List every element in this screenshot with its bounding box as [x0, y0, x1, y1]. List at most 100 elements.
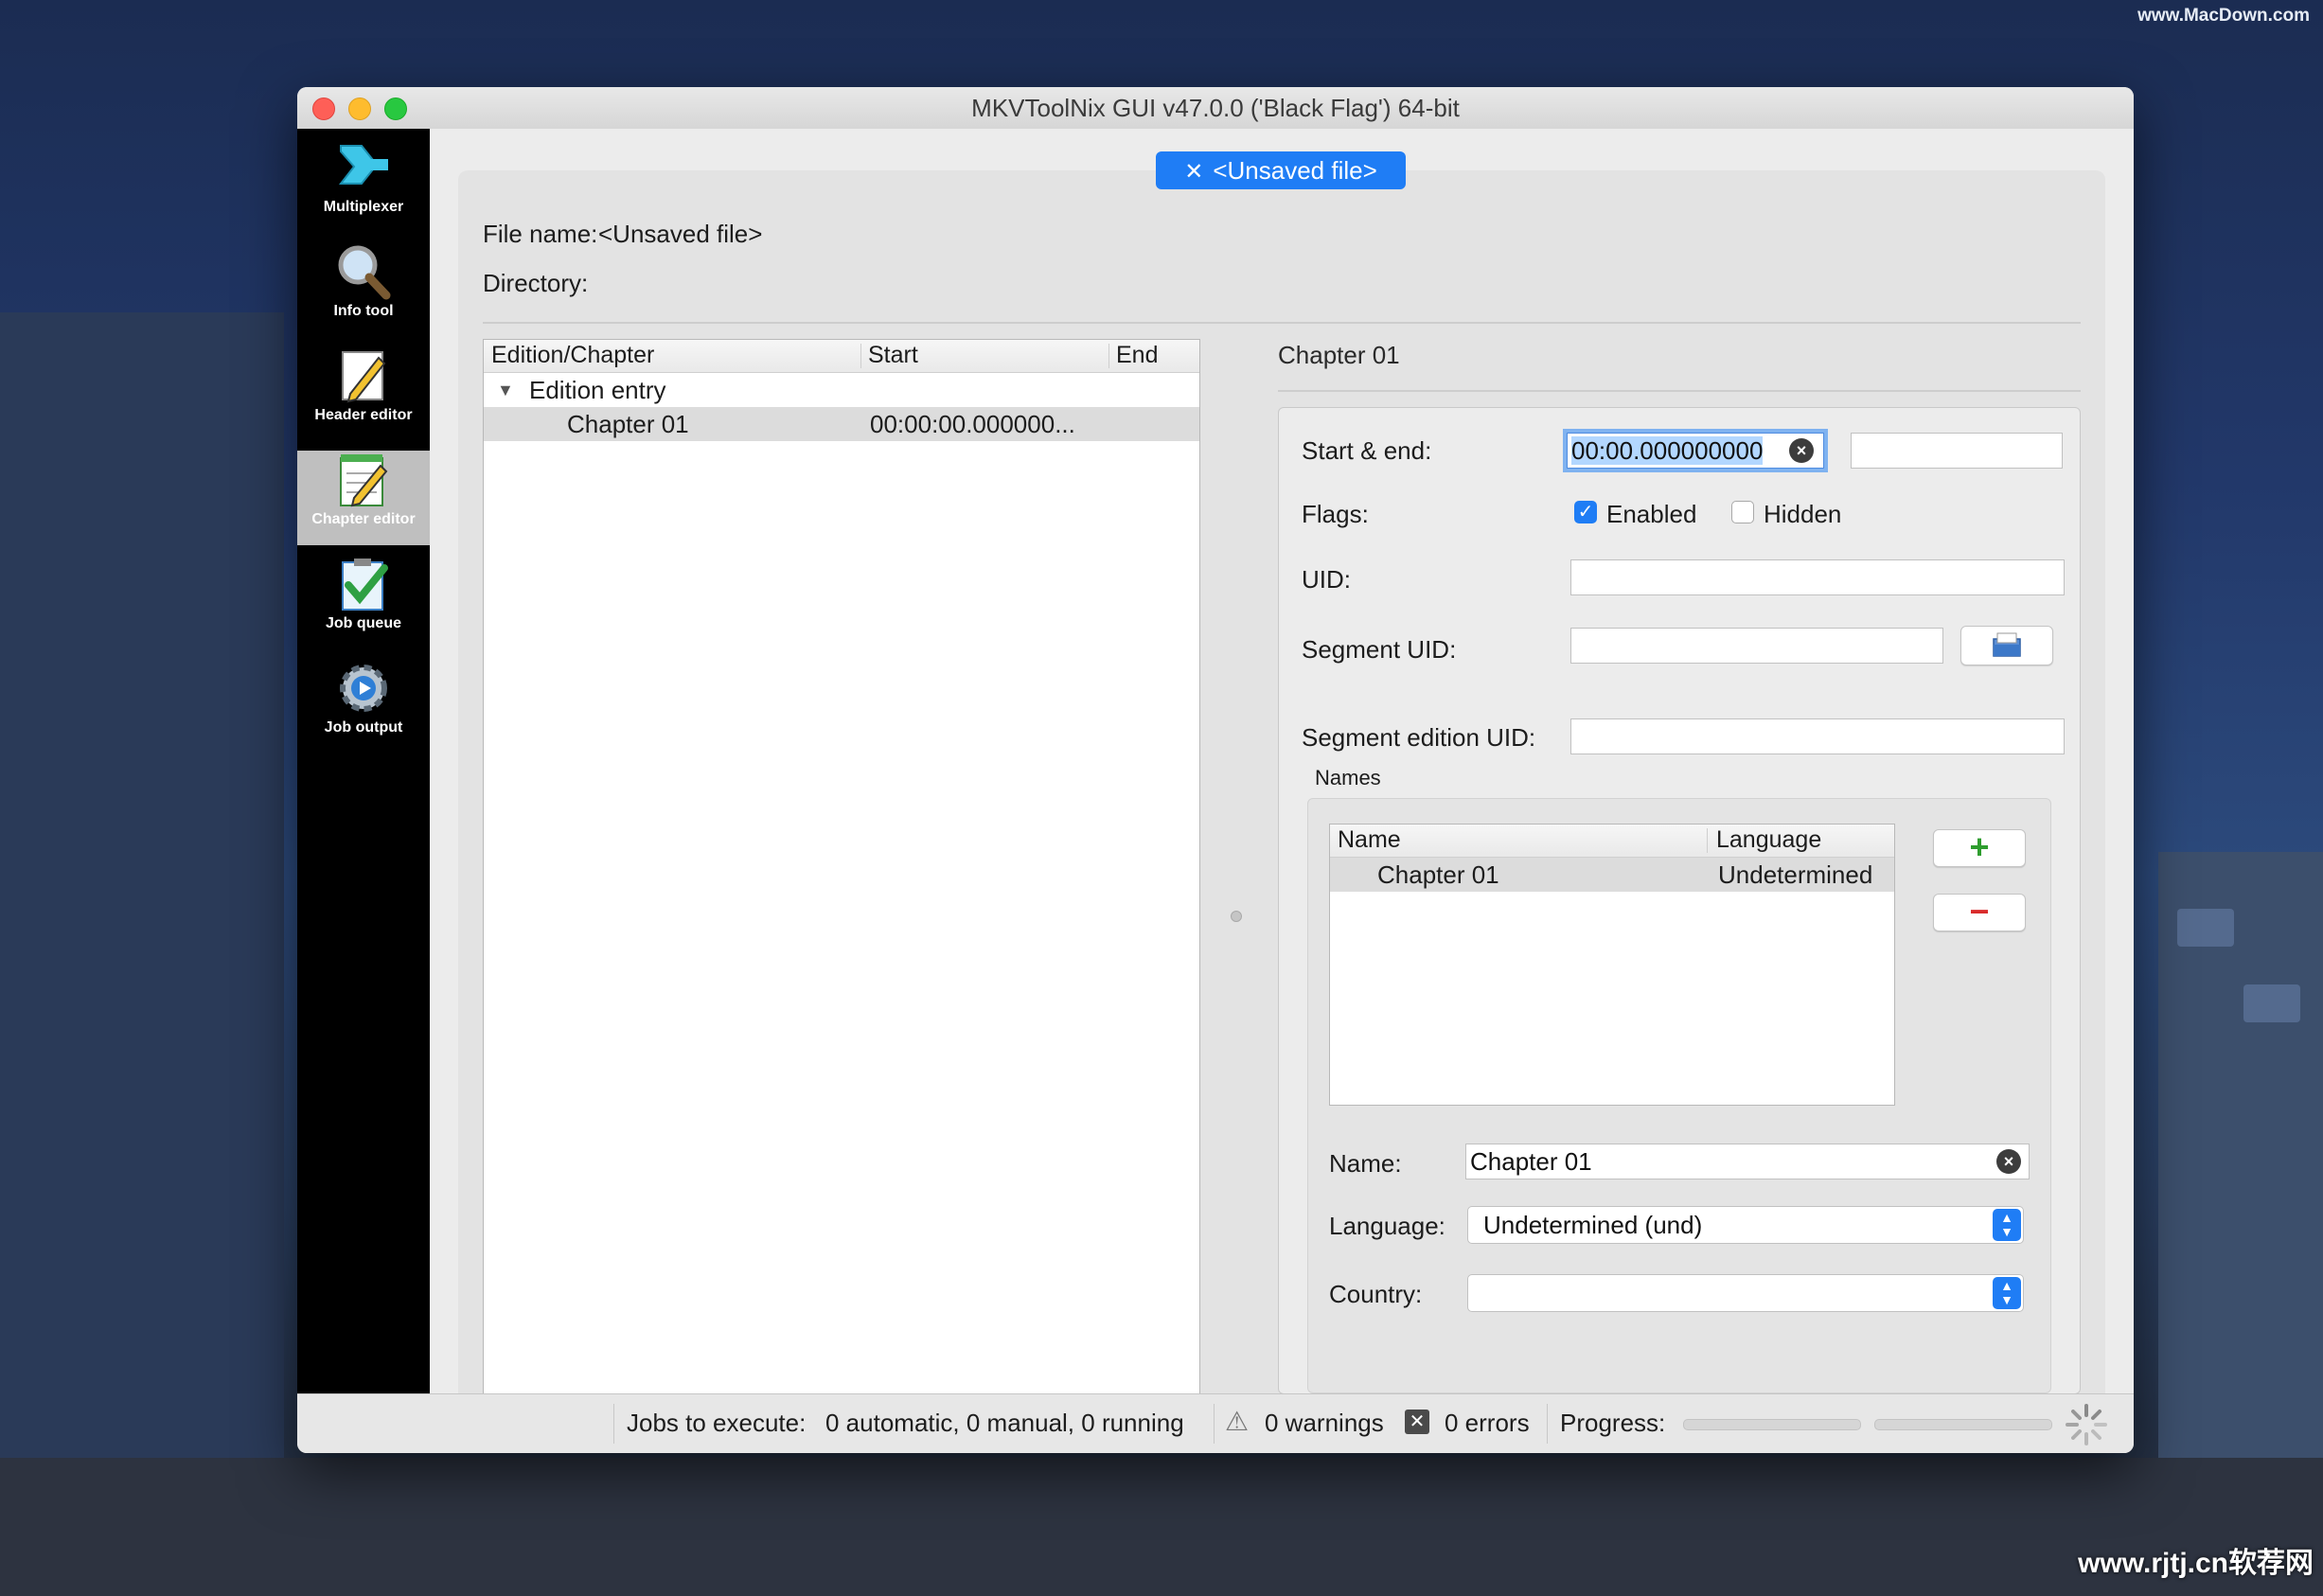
- divider: [483, 322, 2081, 324]
- progress-label: Progress:: [1560, 1409, 1666, 1437]
- close-tab-icon[interactable]: ✕: [1184, 159, 1203, 185]
- watermark-bottom: www.rjtj.cn软荐网: [2078, 1548, 2314, 1579]
- end-time-input[interactable]: [1851, 433, 2063, 469]
- language-select[interactable]: Undetermined (und) ▲ ▼: [1467, 1206, 2024, 1244]
- names-list[interactable]: Name Language Chapter 01 Undetermined: [1329, 824, 1895, 1106]
- chevron-up-down-icon: ▲ ▼: [1993, 1209, 2021, 1241]
- column-header-edition-chapter[interactable]: Edition/Chapter: [491, 342, 654, 369]
- names-cell-name: Chapter 01: [1377, 860, 1499, 889]
- title-bar[interactable]: MKVToolNix GUI v47.0.0 ('Black Flag') 64…: [297, 87, 2134, 130]
- chapter-properties-group: Start & end: 00:00.000000000 × Flags: ✓ …: [1278, 407, 2081, 1394]
- zoom-window-button[interactable]: [384, 98, 407, 120]
- watermark-top: www.MacDown.com: [2137, 6, 2310, 26]
- sidebar-item-chapter-editor[interactable]: Chapter editor: [297, 451, 430, 545]
- sidebar-item-job-output[interactable]: Job output: [297, 659, 430, 754]
- start-end-label: Start & end:: [1302, 436, 1432, 465]
- sidebar-item-label: Job queue: [325, 615, 401, 631]
- tree-row-chapter[interactable]: Chapter 01 00:00:00.000000...: [484, 407, 1199, 441]
- divider: [1278, 390, 2081, 392]
- minimize-window-button[interactable]: [348, 98, 371, 120]
- magnifier-icon: [338, 245, 391, 300]
- segment-edition-uid-input[interactable]: [1570, 718, 2065, 754]
- file-name-label: File name:: [483, 220, 598, 248]
- tree-cell-name: Chapter 01: [567, 410, 689, 438]
- tool-sidebar: Multiplexer Info tool Header editor Chap…: [297, 129, 430, 1394]
- directory-label: Directory:: [483, 269, 589, 297]
- sidebar-item-job-queue[interactable]: Job queue: [297, 555, 430, 649]
- splitter-handle[interactable]: [1231, 911, 1242, 922]
- uid-input[interactable]: [1570, 559, 2065, 595]
- add-name-button[interactable]: +: [1933, 829, 2026, 867]
- multiplexer-icon: [338, 145, 388, 185]
- notepad-pencil-icon: [340, 454, 388, 507]
- status-divider: [613, 1404, 614, 1444]
- sidebar-item-label: Header editor: [314, 407, 413, 423]
- checkmark-clipboard-icon: [342, 559, 388, 611]
- chapter-editor-main: ✕ <Unsaved file> File name: <Unsaved file…: [430, 129, 2134, 1394]
- country-select[interactable]: ▲ ▼: [1467, 1274, 2024, 1312]
- open-file-icon: [1993, 632, 2021, 657]
- jobs-value: 0 automatic, 0 manual, 0 running: [825, 1409, 1184, 1437]
- language-value: Undetermined (und): [1483, 1211, 1703, 1239]
- column-header-language[interactable]: Language: [1716, 826, 1821, 854]
- sidebar-item-label: Multiplexer: [323, 199, 404, 215]
- app-window: MKVToolNix GUI v47.0.0 ('Black Flag') 64…: [297, 87, 2134, 1453]
- name-label: Name:: [1329, 1149, 1402, 1178]
- enabled-label[interactable]: Enabled: [1606, 500, 1696, 529]
- tab-unsaved-file[interactable]: ✕ <Unsaved file>: [1156, 151, 1406, 189]
- column-header-name[interactable]: Name: [1338, 826, 1401, 854]
- errors-count[interactable]: 0 errors: [1445, 1409, 1530, 1438]
- window-title: MKVToolNix GUI v47.0.0 ('Black Flag') 64…: [971, 94, 1460, 122]
- browse-file-button[interactable]: [1960, 626, 2053, 665]
- total-progress-bar: [1874, 1419, 2052, 1430]
- uid-label: UID:: [1302, 565, 1351, 594]
- sidebar-item-label: Job output: [324, 719, 403, 736]
- names-group-label: Names: [1315, 766, 1381, 789]
- sidebar-item-info-tool[interactable]: Info tool: [297, 242, 430, 337]
- activity-spinner-icon: [2066, 1404, 2107, 1445]
- column-divider: [1108, 344, 1109, 368]
- sidebar-item-multiplexer[interactable]: Multiplexer: [297, 138, 430, 233]
- status-divider: [1214, 1404, 1215, 1444]
- detail-title: Chapter 01: [1278, 341, 1400, 369]
- segment-uid-input[interactable]: [1570, 628, 1943, 664]
- close-window-button[interactable]: [312, 98, 335, 120]
- names-cell-language: Undetermined: [1718, 860, 1873, 889]
- file-name-value: <Unsaved file>: [598, 220, 763, 248]
- warning-icon: ⚠: [1225, 1407, 1250, 1436]
- names-list-header: Name Language: [1330, 825, 1894, 858]
- name-input[interactable]: Chapter 01 ×: [1465, 1144, 2030, 1179]
- chapter-tree[interactable]: Edition/Chapter Start End ▼ Edition entr…: [483, 339, 1200, 1394]
- segment-edition-uid-label: Segment edition UID:: [1302, 723, 1536, 752]
- flags-label: Flags:: [1302, 500, 1369, 528]
- sidebar-item-label: Info tool: [333, 303, 394, 319]
- content-panel: File name: <Unsaved file> Directory: Edi…: [458, 170, 2105, 1394]
- hidden-label[interactable]: Hidden: [1764, 500, 1841, 529]
- disclosure-triangle-icon[interactable]: ▼: [497, 381, 514, 400]
- clear-icon[interactable]: ×: [1996, 1149, 2021, 1174]
- tree-row-edition-entry[interactable]: ▼ Edition entry: [484, 373, 1199, 407]
- name-value: Chapter 01: [1470, 1147, 1592, 1176]
- tree-header: Edition/Chapter Start End: [484, 340, 1199, 373]
- warnings-count[interactable]: 0 warnings: [1265, 1409, 1384, 1438]
- start-time-input[interactable]: 00:00.000000000 ×: [1563, 429, 1828, 472]
- start-time-value: 00:00.000000000: [1571, 436, 1764, 465]
- pencil-icon: [342, 351, 386, 403]
- column-divider: [860, 344, 861, 368]
- enabled-checkbox[interactable]: ✓: [1574, 501, 1597, 523]
- hidden-checkbox[interactable]: [1731, 501, 1754, 523]
- jobs-label: Jobs to execute:: [627, 1409, 807, 1437]
- column-header-start[interactable]: Start: [868, 342, 918, 369]
- country-label: Country:: [1329, 1280, 1423, 1308]
- remove-name-button[interactable]: −: [1933, 894, 2026, 931]
- names-group: Name Language Chapter 01 Undetermined + …: [1307, 798, 2051, 1393]
- clear-icon[interactable]: ×: [1789, 438, 1814, 463]
- names-list-row[interactable]: Chapter 01 Undetermined: [1330, 858, 1894, 892]
- segment-uid-label: Segment UID:: [1302, 635, 1457, 664]
- sidebar-item-header-editor[interactable]: Header editor: [297, 346, 430, 441]
- column-header-end[interactable]: End: [1116, 342, 1158, 369]
- chapter-detail-pane: Chapter 01 Start & end: 00:00.000000000 …: [1278, 339, 2081, 1394]
- tab-label: <Unsaved file>: [1213, 156, 1377, 185]
- current-progress-bar: [1683, 1419, 1861, 1430]
- column-divider: [1707, 828, 1708, 853]
